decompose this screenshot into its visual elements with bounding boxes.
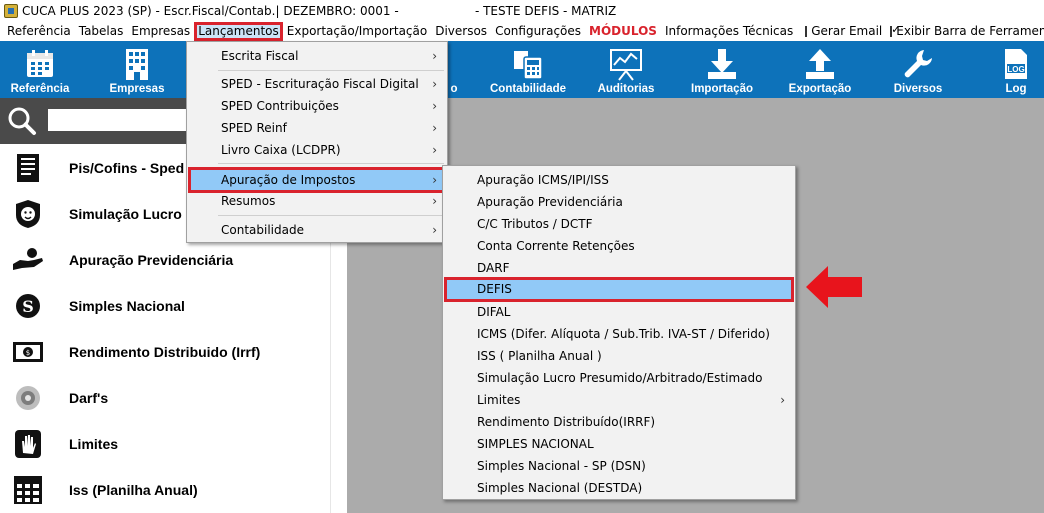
window-title: CUCA PLUS 2023 (SP) - Escr.Fiscal/Contab… <box>22 4 617 18</box>
menu-lancamentos[interactable]: Lançamentos <box>194 22 283 41</box>
svg-text:S: S <box>22 297 34 316</box>
menu-separator <box>218 215 444 216</box>
calculator-icon <box>511 47 545 81</box>
left-item-label: Limites <box>69 436 119 452</box>
left-item-label: Apuração Previdenciária <box>69 252 234 268</box>
apuracao-submenu: Apuração ICMS/IPI/ISS Apuração Previdenc… <box>442 165 796 500</box>
menu-separator <box>218 70 444 71</box>
submenu-cc-tributos[interactable]: C/C Tributos / DCTF <box>444 213 794 235</box>
submenu-conta-corrente[interactable]: Conta Corrente Retenções <box>444 235 794 257</box>
menu-sped-contribuicoes[interactable]: SPED Contribuições › <box>188 95 446 117</box>
wrench-icon <box>902 47 934 81</box>
menu-sped-fiscal[interactable]: SPED - Escrituração Fiscal Digital › <box>188 73 446 95</box>
exibir-barra-checkbox[interactable] <box>890 23 900 37</box>
left-item-label: Darf's <box>69 390 109 406</box>
submenu-icms-difer[interactable]: ICMS (Difer. Alíquota / Sub.Trib. IVA-ST… <box>444 323 794 345</box>
submenu-simulacao-lucro[interactable]: Simulação Lucro Presumido/Arbitrado/Esti… <box>444 367 794 389</box>
chevron-right-icon: › <box>432 143 437 157</box>
left-item-limites[interactable]: Limites <box>0 424 330 464</box>
left-item-darfs[interactable]: Darf's <box>0 378 330 418</box>
menu-empresas[interactable]: Empresas <box>127 22 194 41</box>
search-icon[interactable] <box>7 106 37 136</box>
chevron-right-icon: › <box>432 77 437 91</box>
menu-sped-reinf[interactable]: SPED Reinf › <box>188 117 446 139</box>
menu-escrita-fiscal[interactable]: Escrita Fiscal › <box>188 45 446 67</box>
left-item-label: Simples Nacional <box>69 298 185 314</box>
menu-bar: Referência Tabelas Empresas Lançamentos … <box>0 22 1044 41</box>
menu-tabelas[interactable]: Tabelas <box>75 22 128 41</box>
building-icon <box>124 47 150 81</box>
chevron-right-icon: › <box>780 393 785 407</box>
left-item-label: Pis/Cofins - Sped <box>69 160 185 176</box>
app-logo-icon <box>4 4 18 18</box>
left-item-label: Simulação Lucro P <box>69 206 196 222</box>
download-icon <box>706 47 738 81</box>
menu-exportacao-importacao[interactable]: Exportação/Importação <box>283 22 431 41</box>
gerar-email-label: Gerar Email <box>811 24 883 38</box>
upload-icon <box>804 47 836 81</box>
toolbar-referencia-button[interactable]: Referência <box>8 41 72 98</box>
chevron-right-icon: › <box>432 99 437 113</box>
menu-informacoes-tecnicas[interactable]: Informações Técnicas <box>661 22 797 41</box>
svg-text:LOG: LOG <box>1007 65 1024 74</box>
submenu-simples-nacional[interactable]: SIMPLES NACIONAL <box>444 433 794 455</box>
left-item-rendimento-distribuido[interactable]: $ Rendimento Distribuido (Irrf) <box>0 332 330 372</box>
submenu-apuracao-previdenciaria[interactable]: Apuração Previdenciária <box>444 191 794 213</box>
title-bar: CUCA PLUS 2023 (SP) - Escr.Fiscal/Contab… <box>0 0 1044 22</box>
toolbar-log-button[interactable]: LOG Log <box>996 41 1036 98</box>
chevron-right-icon: › <box>432 49 437 63</box>
left-item-simples-nacional[interactable]: S Simples Nacional <box>0 286 330 326</box>
presentation-chart-icon <box>608 47 644 81</box>
lion-icon <box>11 197 45 231</box>
toolbar-diversos-button[interactable]: Diversos <box>886 41 950 98</box>
annotation-arrow-icon <box>806 266 862 308</box>
submenu-simples-nacional-sp[interactable]: Simples Nacional - SP (DSN) <box>444 455 794 477</box>
svg-text:$: $ <box>26 349 30 357</box>
document-list-icon <box>11 151 45 185</box>
menu-modulos[interactable]: MÓDULOS <box>585 22 661 41</box>
menu-resumos[interactable]: Resumos › <box>188 190 446 212</box>
calendar-icon <box>25 47 55 81</box>
menu-referencia[interactable]: Referência <box>3 22 75 41</box>
seal-icon <box>11 381 45 415</box>
submenu-limites[interactable]: Limites › <box>444 389 794 411</box>
submenu-darf[interactable]: DARF <box>444 257 794 279</box>
left-item-label: Iss (Planilha Anual) <box>69 482 198 498</box>
submenu-iss-planilha[interactable]: ISS ( Planilha Anual ) <box>444 345 794 367</box>
left-item-label: Rendimento Distribuido (Irrf) <box>69 344 261 360</box>
money-icon: $ <box>11 335 45 369</box>
left-item-iss-planilha[interactable]: Iss (Planilha Anual) <box>0 470 330 510</box>
toolbar-exportacao-button[interactable]: Exportação <box>786 41 854 98</box>
exibir-barra-label: Exibir Barra de Ferramentas <box>896 24 1044 38</box>
submenu-difal[interactable]: DIFAL <box>444 301 794 323</box>
menu-diversos[interactable]: Diversos <box>431 22 491 41</box>
submenu-rendimento-distribuido[interactable]: Rendimento Distribuído(IRRF) <box>444 411 794 433</box>
left-item-apuracao-previdenciaria[interactable]: Apuração Previdenciária <box>0 240 330 280</box>
simples-logo-icon: S <box>11 289 45 323</box>
submenu-simples-nacional-destda[interactable]: Simples Nacional (DESTDA) <box>444 477 794 499</box>
log-file-icon: LOG <box>1003 47 1029 81</box>
gerar-email-checkbox[interactable] <box>805 26 808 37</box>
toolbar-contabilidade-button[interactable]: Contabilidade <box>486 41 570 98</box>
toolbar-importacao-button[interactable]: Importação <box>688 41 756 98</box>
menu-separator <box>218 163 444 164</box>
toolbar-auditorias-button[interactable]: Auditorias <box>594 41 658 98</box>
chevron-right-icon: › <box>432 223 437 237</box>
toolbar-partial-button[interactable]: o <box>447 41 461 98</box>
menu-contabilidade[interactable]: Contabilidade › <box>188 219 446 241</box>
spreadsheet-grid-icon <box>11 473 45 507</box>
chevron-right-icon: › <box>432 121 437 135</box>
menu-livro-caixa[interactable]: Livro Caixa (LCDPR) › <box>188 139 446 161</box>
toolbar-empresas-button[interactable]: Empresas <box>105 41 169 98</box>
chevron-right-icon: › <box>432 194 437 208</box>
stop-hand-icon <box>11 427 45 461</box>
submenu-apuracao-icms[interactable]: Apuração ICMS/IPI/ISS <box>444 169 794 191</box>
lancamentos-menu: Escrita Fiscal › SPED - Escrituração Fisc… <box>186 41 448 243</box>
submenu-defis[interactable]: DEFIS <box>444 277 794 302</box>
toolbar: Referência Empresas o Contabilidade Audi… <box>0 41 1044 98</box>
menu-configuracoes[interactable]: Configurações <box>491 22 585 41</box>
hand-coin-icon <box>11 243 45 277</box>
